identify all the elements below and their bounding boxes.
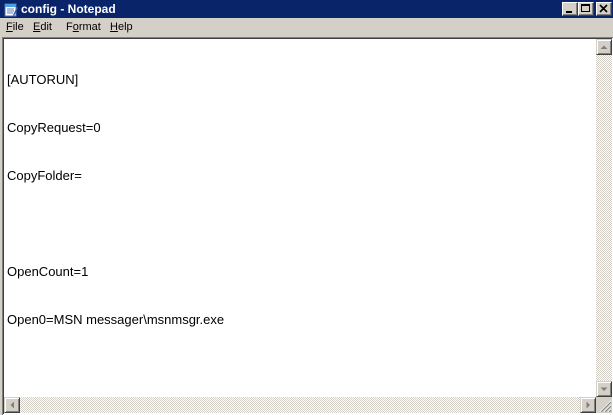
menu-file[interactable]: File <box>6 20 24 35</box>
menu-file-label: ile <box>12 21 24 33</box>
editor-frame: [AUTORUN] CopyRequest=0 CopyFolder= Open… <box>2 37 613 415</box>
title-bar[interactable]: config - Notepad <box>0 0 613 18</box>
text-content[interactable]: [AUTORUN] CopyRequest=0 CopyFolder= Open… <box>7 40 592 377</box>
text-line <box>7 216 592 232</box>
menu-edit[interactable]: Edit <box>33 20 52 35</box>
menu-bar: File Edit Format Help <box>0 19 613 36</box>
text-line: Open0=MSN messager\msnmsgr.exe <box>7 312 225 327</box>
menu-edit-label: dit <box>40 21 52 33</box>
notepad-window: config - Notepad File Edit Format Help [… <box>0 0 613 415</box>
scroll-left-button[interactable] <box>4 397 20 413</box>
menu-help-accel: H <box>110 21 118 33</box>
vertical-scrollbar[interactable] <box>596 39 612 397</box>
size-grip-icon <box>599 400 612 413</box>
close-button[interactable] <box>596 2 612 16</box>
scroll-up-button[interactable] <box>596 39 612 55</box>
arrow-right-icon <box>586 401 590 409</box>
minimize-icon <box>566 11 572 13</box>
maximize-button[interactable] <box>578 2 594 16</box>
horizontal-scrollbar[interactable] <box>4 397 596 413</box>
scroll-right-button[interactable] <box>580 397 596 413</box>
menu-help[interactable]: Help <box>110 20 133 35</box>
arrow-left-icon <box>10 401 14 409</box>
menu-help-label: elp <box>117 21 133 33</box>
resize-grip[interactable] <box>596 397 612 413</box>
notepad-icon[interactable] <box>3 2 18 17</box>
menu-format[interactable]: Format <box>66 20 101 35</box>
menu-format-label: rmat <box>78 21 101 33</box>
text-line: CopyRequest=0 <box>7 120 101 135</box>
text-line: CopyFolder= <box>7 168 82 183</box>
menu-file-accel: F <box>6 21 13 33</box>
minimize-button[interactable] <box>562 2 578 16</box>
text-line: [AUTORUN] <box>7 72 79 87</box>
menu-format-prefix: F <box>66 21 73 33</box>
window-title: config - Notepad <box>21 2 116 16</box>
close-icon <box>599 4 608 13</box>
arrow-up-icon <box>600 45 608 49</box>
maximize-icon <box>581 4 590 12</box>
arrow-down-icon <box>600 387 608 391</box>
text-editor[interactable]: [AUTORUN] CopyRequest=0 CopyFolder= Open… <box>3 38 612 414</box>
scroll-down-button[interactable] <box>596 381 612 397</box>
text-line: OpenCount=1 <box>7 264 89 279</box>
